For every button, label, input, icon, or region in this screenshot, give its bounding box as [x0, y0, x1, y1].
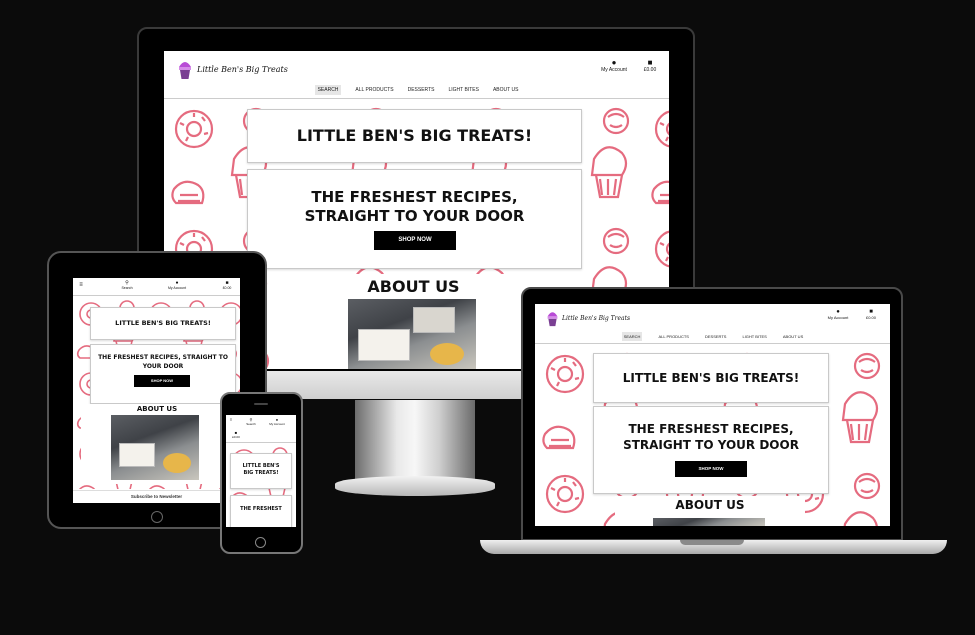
tagline-card: THE FRESHEST [230, 495, 292, 527]
tablet-account-link[interactable]: ● My Account [165, 280, 189, 290]
phone-screen: ≡ ⚲ Search ● My Account ■ £0.00 LITTLE B… [226, 415, 296, 527]
tablet-basket-link[interactable]: ■ £0.00 [219, 280, 235, 290]
logo-text: Little Ben's Big Treats [562, 314, 631, 322]
tagline-text: THE FRESHEST RECIPES, STRAIGHT TO YOUR D… [98, 354, 228, 370]
basket-link[interactable]: ■ £0.00 [638, 58, 662, 74]
nav-about-us[interactable]: ABOUT US [493, 87, 518, 93]
shop-now-button[interactable]: SHOP NOW [374, 231, 456, 250]
newsletter-link[interactable]: Subscribe to Newsletter [131, 494, 182, 499]
about-section: ABOUT US [615, 496, 805, 526]
site-logo[interactable]: Little Ben's Big Treats [545, 309, 630, 327]
tagline-card: THE FRESHEST RECIPES, STRAIGHT TO YOUR D… [247, 169, 582, 269]
basket-total: £0.00 [865, 315, 876, 320]
hero-title-card: LITTLE BEN'S BIG TREATS! [593, 353, 829, 403]
main-nav: SEARCH ALL PRODUCTS DESSERTS LIGHT BITES… [535, 331, 890, 341]
about-heading: ABOUT US [367, 277, 460, 296]
nav-search[interactable]: SEARCH [314, 85, 342, 95]
about-photo [348, 299, 476, 369]
hero-title-card: LITTLE BEN'S BIG TREATS! [90, 307, 236, 340]
about-section: ABOUT US [277, 274, 550, 369]
about-heading: ABOUT US [136, 405, 178, 413]
tablet-search-link[interactable]: ⚲ Search [117, 280, 137, 290]
shop-now-button[interactable]: SHOP NOW [675, 461, 747, 477]
hero-title: LITTLE BEN'S BIG TREATS! [622, 371, 800, 385]
monitor-stand-neck [355, 400, 475, 482]
hero-title: LITTLE BEN'S BIG TREATS! [115, 319, 211, 327]
menu-icon[interactable]: ≡ [77, 282, 85, 288]
laptop-notch [680, 540, 744, 545]
basket-total: £0.00 [232, 435, 240, 439]
hero-title: LITTLE BEN'S BIG TREATS! [296, 126, 533, 145]
monitor-stand-base [335, 476, 495, 496]
logo-text: Little Ben's Big Treats [197, 64, 288, 74]
phone-home-button [255, 537, 266, 548]
nav-all-products[interactable]: ALL PRODUCTS [658, 334, 689, 339]
phone-basket-link[interactable]: ■ £0.00 [229, 430, 243, 439]
search-label: Search [246, 422, 256, 426]
account-label: My Account [601, 67, 627, 73]
about-section: ABOUT US [81, 404, 233, 484]
about-photo [111, 415, 199, 480]
menu-icon[interactable]: ≡ [228, 417, 234, 422]
phone-speaker [254, 403, 268, 405]
account-label: My Account [269, 422, 285, 426]
nav-light-bites[interactable]: LIGHT BITES [742, 334, 766, 339]
nav-search[interactable]: SEARCH [621, 331, 643, 341]
account-link[interactable]: ● My Account [596, 58, 632, 74]
hero-title-line2: BIG TREATS! [243, 470, 279, 476]
tagline-card: THE FRESHEST RECIPES, STRAIGHT TO YOUR D… [90, 344, 236, 404]
nav-all-products[interactable]: ALL PRODUCTS [355, 87, 393, 93]
phone-search-link[interactable]: ⚲ Search [243, 417, 259, 426]
search-label: Search [121, 286, 133, 290]
site-logo[interactable]: Little Ben's Big Treats [176, 58, 288, 80]
newsletter-bar: Subscribe to Newsletter [73, 490, 240, 503]
phone-account-link[interactable]: ● My Account [266, 417, 288, 426]
tagline-text: THE FRESHEST [240, 506, 282, 512]
shop-now-button[interactable]: SHOP NOW [134, 375, 190, 387]
tagline-text: THE FRESHEST RECIPES, STRAIGHT TO YOUR D… [304, 188, 525, 225]
hero-title-line1: LITTLE BEN'S [242, 463, 280, 469]
tablet-home-button [151, 511, 163, 523]
cupcake-logo-icon [179, 62, 191, 79]
tablet-screen: ≡ ⚲ Search ● My Account ■ £0.00 LITTLE B… [73, 278, 240, 503]
nav-about-us[interactable]: ABOUT US [783, 334, 803, 339]
nav-desserts[interactable]: DESSERTS [705, 334, 727, 339]
account-label: My Account [827, 315, 849, 320]
basket-total: £0.00 [222, 286, 232, 290]
nav-desserts[interactable]: DESSERTS [408, 87, 435, 93]
main-nav: SEARCH ALL PRODUCTS DESSERTS LIGHT BITES… [164, 84, 669, 96]
account-label: My Account [167, 286, 187, 290]
account-link[interactable]: ● My Account [823, 309, 853, 320]
user-icon: ● [611, 58, 617, 67]
tagline-card: THE FRESHEST RECIPES, STRAIGHT TO YOUR D… [593, 406, 829, 494]
laptop-screen: Little Ben's Big Treats ● My Account ■ £… [535, 304, 890, 526]
cupcake-logo-icon [547, 312, 558, 327]
hero-title-card: LITTLE BEN'S BIG TREATS! [247, 109, 582, 163]
about-photo [653, 518, 765, 526]
tagline-text: THE FRESHEST RECIPES, STRAIGHT TO YOUR D… [623, 422, 799, 452]
nav-light-bites[interactable]: LIGHT BITES [448, 87, 478, 93]
hero-title-card: LITTLE BEN'S BIG TREATS! [230, 453, 292, 489]
shopping-bag-icon: ■ [647, 58, 653, 67]
basket-total: £0.00 [643, 67, 657, 73]
basket-link[interactable]: ■ £0.00 [861, 309, 881, 320]
about-heading: ABOUT US [675, 498, 745, 512]
